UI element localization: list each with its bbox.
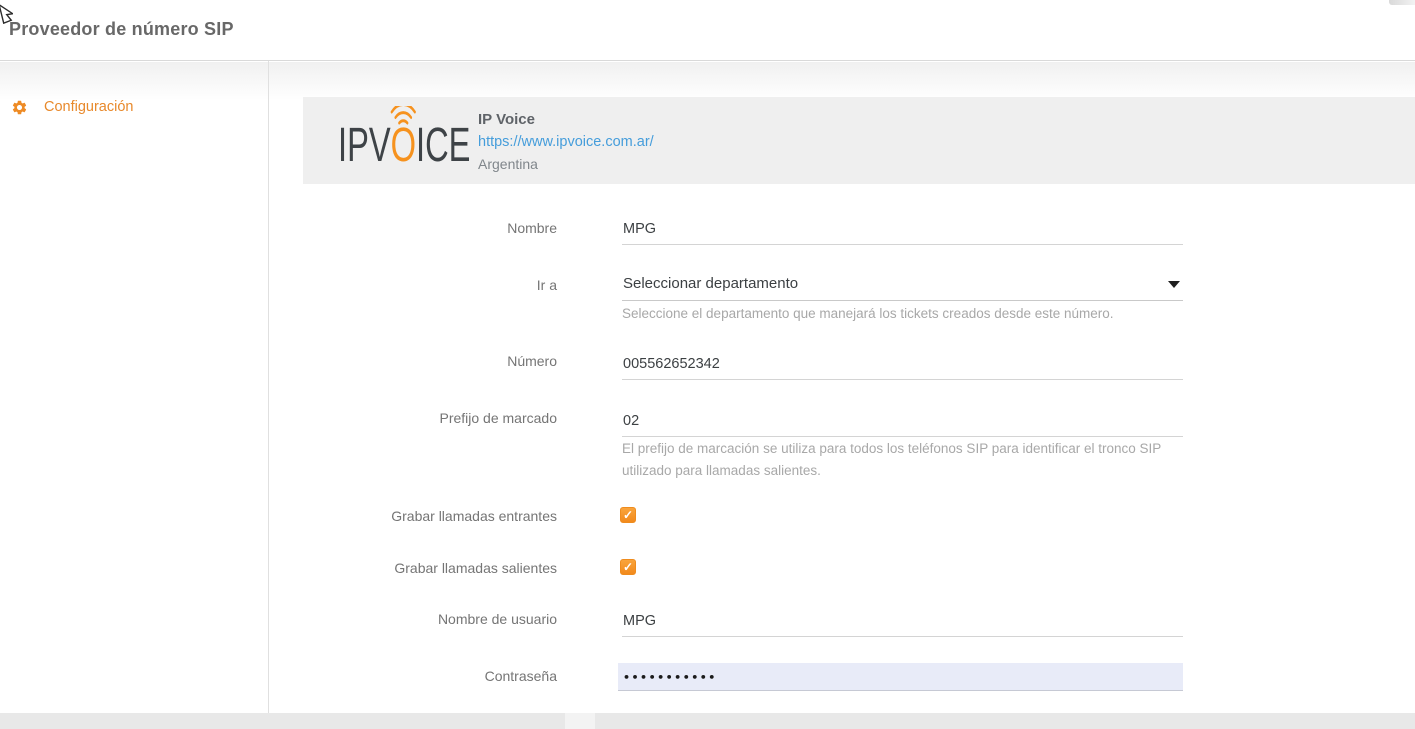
numero-input[interactable] [622,356,1183,380]
wifi-arcs-icon [390,106,417,126]
usuario-input[interactable] [622,613,1183,637]
contrasena-field-wrap [618,663,1183,691]
ir-a-hint: Seleccione el departamento que manejará … [622,303,1185,325]
check-icon: ✓ [621,560,635,575]
prefijo-field-wrap [622,412,1183,437]
provider-country: Argentina [478,153,654,175]
sidebar-item-configuracion[interactable]: Configuración [0,95,268,125]
check-icon: ✓ [621,508,635,523]
provider-url-link[interactable]: https://www.ipvoice.com.ar/ [478,131,654,153]
nombre-label: Nombre [240,220,557,236]
prefijo-input[interactable] [622,413,1183,437]
sidebar-item-label: Configuración [44,99,133,115]
numero-label: Número [240,353,557,369]
screen: Proveedor de número SIP Configuración IP… [0,0,1415,729]
usuario-field-wrap [622,612,1183,637]
provider-banner: IPVOICE IP Voice https://www.ipvoice.com… [303,97,1415,184]
prefijo-hint: El prefijo de marcación se utiliza para … [622,438,1185,482]
bottom-scrollbar-fragment [565,713,595,729]
mouse-cursor-icon [0,2,13,24]
ir-a-field-wrap: Seleccionar departamento [622,275,1183,301]
grabar-entrantes-label: Grabar llamadas entrantes [240,508,557,524]
contrasena-input[interactable] [618,663,1183,690]
provider-name: IP Voice [478,109,654,131]
page-header: Proveedor de número SIP [0,0,1415,61]
prefijo-label: Prefijo de marcado [240,410,557,426]
ipvoice-logo: IPVOICE [338,105,470,170]
window-edge-fragment [1389,0,1415,5]
grabar-salientes-checkbox[interactable]: ✓ [620,559,636,575]
contrasena-label: Contraseña [240,668,557,684]
usuario-label: Nombre de usuario [240,611,557,627]
numero-field-wrap [622,355,1183,380]
gear-icon [11,99,28,116]
sidebar: Configuración [0,62,268,713]
chevron-down-icon [1168,281,1180,288]
grabar-entrantes-checkbox[interactable]: ✓ [620,507,636,523]
provider-info: IP Voice https://www.ipvoice.com.ar/ Arg… [478,109,654,175]
logo-text-post: ICE [416,119,470,172]
nombre-input[interactable] [622,221,1183,245]
logo-letter-o: O [391,122,416,170]
departamento-select-value: Seleccionar departamento [623,275,798,292]
departamento-select[interactable]: Seleccionar departamento [622,275,1183,301]
logo-text-pre: IPV [338,119,391,172]
nombre-field-wrap [622,220,1183,245]
page-title: Proveedor de número SIP [9,19,234,40]
ir-a-label: Ir a [240,277,557,293]
bottom-content-edge [0,713,1415,729]
grabar-salientes-label: Grabar llamadas salientes [240,560,557,576]
